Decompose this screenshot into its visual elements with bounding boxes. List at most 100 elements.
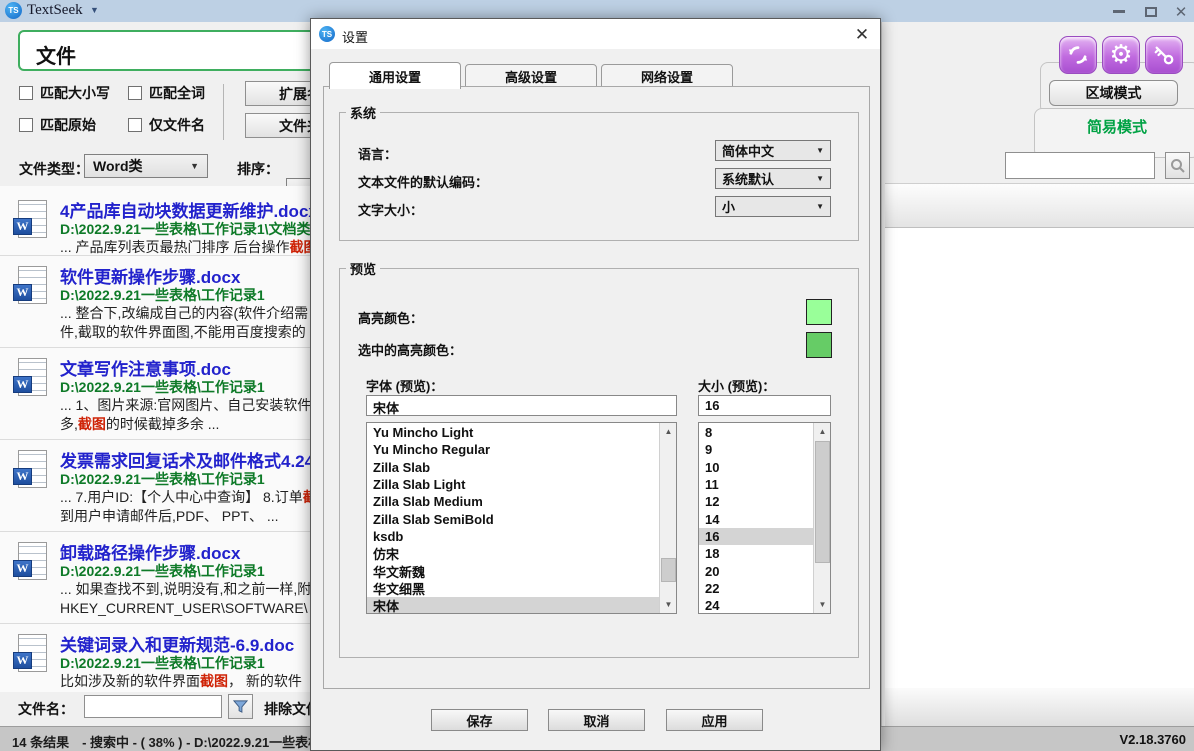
highlight-color-swatch[interactable] xyxy=(806,299,832,325)
list-item[interactable]: Zilla Slab SemiBold xyxy=(367,510,659,527)
key-icon xyxy=(1153,44,1175,66)
list-item[interactable]: ksdb xyxy=(367,528,659,545)
textseek-window: TS TextSeek ▼ ✕ 文件 匹配大小写 匹配全词 匹配原始 仅文件名 … xyxy=(0,0,1194,751)
language-dropdown[interactable]: 简体中文 ▼ xyxy=(715,140,831,161)
minimize-button[interactable] xyxy=(1108,4,1130,19)
settings-dialog: TS 设置 ✕ 通用设置 高级设置 网络设置 系统 语言： 简体中文 ▼ 文本文… xyxy=(310,18,881,751)
search-icon xyxy=(1170,158,1186,174)
list-item[interactable]: Zilla Slab xyxy=(367,459,659,476)
size-preview-label: 大小 (预览)： xyxy=(698,376,775,395)
close-button[interactable]: ✕ xyxy=(1170,4,1192,19)
chevron-down-icon: ▼ xyxy=(190,161,199,171)
checkbox-icon xyxy=(19,86,33,100)
match-case-checkbox[interactable]: 匹配大小写 xyxy=(19,83,110,103)
size-list-scrollbar[interactable]: ▲ ▼ xyxy=(813,423,830,613)
region-mode-button[interactable]: 区域模式 xyxy=(1049,80,1178,106)
tab-network[interactable]: 网络设置 xyxy=(601,64,733,88)
sync-button[interactable] xyxy=(1059,36,1097,74)
preview-content-area xyxy=(885,228,1194,688)
scrollbar-thumb[interactable] xyxy=(815,441,830,563)
dialog-logo: TS xyxy=(319,26,335,42)
list-item[interactable]: 仿宋 xyxy=(367,545,659,562)
preview-panel: ⚙ 区域模式 简易模式 xyxy=(881,22,1194,726)
filter-button[interactable] xyxy=(228,694,253,719)
filename-input[interactable] xyxy=(84,695,222,718)
scroll-down-icon[interactable]: ▼ xyxy=(814,596,831,613)
word-doc-icon: W xyxy=(13,634,49,676)
result-snippet: HKEY_CURRENT_USER\SOFTWARE\ ... xyxy=(60,599,323,618)
license-button[interactable] xyxy=(1145,36,1183,74)
general-settings-page: 系统 语言： 简体中文 ▼ 文本文件的默认编码： 系统默认 ▼ 文字大小： 小 … xyxy=(323,86,870,689)
list-item[interactable]: 华文细黑 xyxy=(367,580,659,597)
dialog-close-button[interactable]: ✕ xyxy=(851,24,873,46)
font-listbox[interactable]: Yu Mincho LightYu Mincho RegularZilla Sl… xyxy=(366,422,677,614)
word-doc-icon: W xyxy=(13,358,49,400)
list-item[interactable]: 宋体 xyxy=(367,597,659,613)
selected-highlight-color-swatch[interactable] xyxy=(806,332,832,358)
scroll-down-icon[interactable]: ▼ xyxy=(660,596,677,613)
list-item[interactable]: Zilla Slab Medium xyxy=(367,493,659,510)
list-item[interactable]: 16 xyxy=(699,528,813,545)
filename-only-checkbox[interactable]: 仅文件名 xyxy=(128,115,205,135)
dialog-titlebar: TS 设置 ✕ xyxy=(311,19,880,49)
list-item[interactable]: Yu Mincho Regular xyxy=(367,441,659,458)
cancel-button[interactable]: 取消 xyxy=(548,709,645,731)
checkbox-icon xyxy=(128,86,142,100)
list-item[interactable]: 华文新魏 xyxy=(367,562,659,579)
word-doc-icon: W xyxy=(13,266,49,308)
result-snippet: 比如涉及新的软件界面截图， 新的软件 xyxy=(60,672,302,691)
preview-footer xyxy=(885,688,1194,726)
maximize-button[interactable] xyxy=(1140,4,1162,19)
result-path: D:\2022.9.21一些表格\工作记录1 xyxy=(60,285,265,305)
scrollbar-thumb[interactable] xyxy=(661,558,676,582)
font-preview-label: 字体 (预览)： xyxy=(366,376,443,395)
list-item[interactable]: 11 xyxy=(699,476,813,493)
file-type-label: 文件类型： xyxy=(19,159,89,179)
app-menu-caret-icon[interactable]: ▼ xyxy=(90,5,99,15)
encoding-dropdown[interactable]: 系统默认 ▼ xyxy=(715,168,831,189)
list-item[interactable]: 18 xyxy=(699,545,813,562)
font-input[interactable]: 宋体 xyxy=(366,395,677,416)
result-path: D:\2022.9.21一些表格\工作记录1\文档类 xyxy=(60,219,311,239)
word-doc-icon: W xyxy=(13,542,49,584)
maximize-icon xyxy=(1145,7,1157,17)
text-size-dropdown[interactable]: 小 ▼ xyxy=(715,196,831,217)
list-item[interactable]: 12 xyxy=(699,493,813,510)
size-listbox[interactable]: 89101112141618202224 ▲ ▼ xyxy=(698,422,831,614)
result-snippet: ... 如果查找不到,说明没有,和之前一样,附 xyxy=(60,580,311,599)
list-item[interactable]: 9 xyxy=(699,441,813,458)
apply-button[interactable]: 应用 xyxy=(666,709,763,731)
size-input[interactable]: 16 xyxy=(698,395,831,416)
preview-search-button[interactable] xyxy=(1165,152,1190,179)
list-item[interactable]: Zilla Slab Light xyxy=(367,476,659,493)
list-item[interactable]: Yu Mincho Light xyxy=(367,424,659,441)
save-button[interactable]: 保存 xyxy=(431,709,528,731)
list-item[interactable]: 8 xyxy=(699,424,813,441)
list-item[interactable]: 14 xyxy=(699,510,813,527)
result-path: D:\2022.9.21一些表格\工作记录1 xyxy=(60,469,265,489)
tab-general[interactable]: 通用设置 xyxy=(329,62,461,89)
divider xyxy=(223,84,224,140)
word-doc-icon: W xyxy=(13,200,49,242)
scroll-up-icon[interactable]: ▲ xyxy=(660,423,677,440)
file-type-dropdown[interactable]: Word类 ▼ xyxy=(84,154,208,178)
list-item[interactable]: 20 xyxy=(699,562,813,579)
minimize-icon xyxy=(1113,10,1125,13)
list-item[interactable]: 24 xyxy=(699,597,813,613)
chevron-down-icon: ▼ xyxy=(816,202,824,211)
size-list-items: 89101112141618202224 xyxy=(699,424,813,613)
list-item[interactable]: 22 xyxy=(699,580,813,597)
tab-advanced[interactable]: 高级设置 xyxy=(465,64,597,88)
result-snippet: ... 1、图片来源:官网图片、自己安装软件 xyxy=(60,396,311,415)
match-word-checkbox[interactable]: 匹配全词 xyxy=(128,83,205,103)
simple-mode-tab[interactable]: 简易模式 xyxy=(1034,116,1194,137)
system-group: 系统 语言： 简体中文 ▼ 文本文件的默认编码： 系统默认 ▼ 文字大小： 小 … xyxy=(339,103,859,241)
filename-label: 文件名： xyxy=(18,699,74,719)
font-list-scrollbar[interactable]: ▲ ▼ xyxy=(659,423,676,613)
scroll-up-icon[interactable]: ▲ xyxy=(814,423,831,440)
list-item[interactable]: 10 xyxy=(699,459,813,476)
match-raw-checkbox[interactable]: 匹配原始 xyxy=(19,115,96,135)
dialog-title: 设置 xyxy=(342,27,368,46)
settings-button[interactable]: ⚙ xyxy=(1102,36,1140,74)
preview-search-input[interactable] xyxy=(1005,152,1155,179)
